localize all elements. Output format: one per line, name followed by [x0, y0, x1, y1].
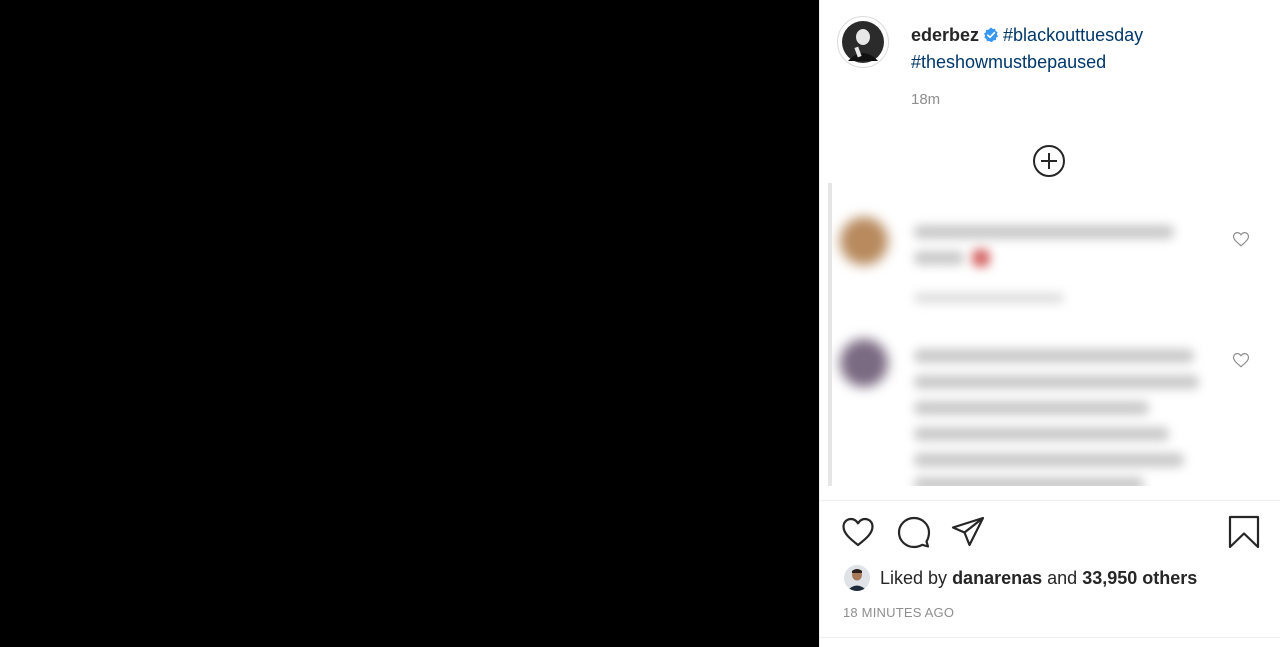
heart-icon [1232, 231, 1250, 247]
blurred-comment-text [914, 375, 1199, 389]
post-media [0, 0, 819, 647]
blurred-comment-meta [914, 293, 1064, 303]
plus-circle-icon [1033, 145, 1065, 177]
likes-summary: Liked by danarenas and 33,950 others [844, 563, 1197, 593]
blurred-comment-text [914, 349, 1194, 363]
comment-avatar [840, 217, 888, 265]
verified-badge-icon [983, 25, 999, 50]
comment-avatar [840, 339, 888, 387]
comment-like-button[interactable] [1230, 350, 1252, 372]
like-button[interactable] [840, 514, 876, 550]
blurred-comment-text [914, 225, 1174, 239]
post-caption: ederbez #blackouttuesday #theshowmustbepa… [911, 23, 1251, 75]
load-more-comments-button[interactable] [1031, 143, 1067, 179]
blurred-comment-text [914, 251, 964, 265]
bookmark-icon [1228, 515, 1260, 549]
blurred-comment-text [914, 477, 1144, 486]
heart-icon [842, 517, 874, 547]
divider [820, 637, 1280, 638]
divider [820, 500, 1280, 501]
likes-count-link[interactable]: 33,950 others [1082, 568, 1197, 588]
author-username[interactable]: ederbez [911, 25, 979, 45]
post-timestamp[interactable]: 18 MINUTES AGO [843, 605, 954, 620]
comment-button[interactable] [896, 514, 932, 550]
hashtag-link[interactable]: #blackouttuesday [1003, 25, 1143, 45]
blurred-comment-text [914, 401, 1149, 415]
share-button[interactable] [950, 514, 986, 550]
hashtag-link[interactable]: #theshowmustbepaused [911, 52, 1106, 72]
comment-like-button[interactable] [1230, 229, 1252, 251]
blurred-comment-text [914, 427, 1169, 441]
author-avatar[interactable] [837, 16, 889, 68]
blurred-comment-text [914, 453, 1184, 467]
heart-icon [1232, 352, 1250, 368]
comment-icon [897, 516, 931, 549]
save-button[interactable] [1226, 514, 1262, 550]
post-side-panel: ederbez #blackouttuesday #theshowmustbepa… [819, 0, 1280, 647]
likes-connector: and [1047, 567, 1078, 588]
blurred-emoji [972, 249, 990, 267]
likes-text: Liked by danarenas and 33,950 others [880, 568, 1197, 589]
paper-plane-icon [951, 516, 985, 547]
likes-prefix: Liked by [880, 567, 948, 588]
liker-avatar[interactable] [844, 565, 870, 591]
comments-list[interactable] [828, 183, 1274, 486]
post-time-ago: 18m [911, 91, 941, 108]
liker-username[interactable]: danarenas [952, 568, 1042, 588]
